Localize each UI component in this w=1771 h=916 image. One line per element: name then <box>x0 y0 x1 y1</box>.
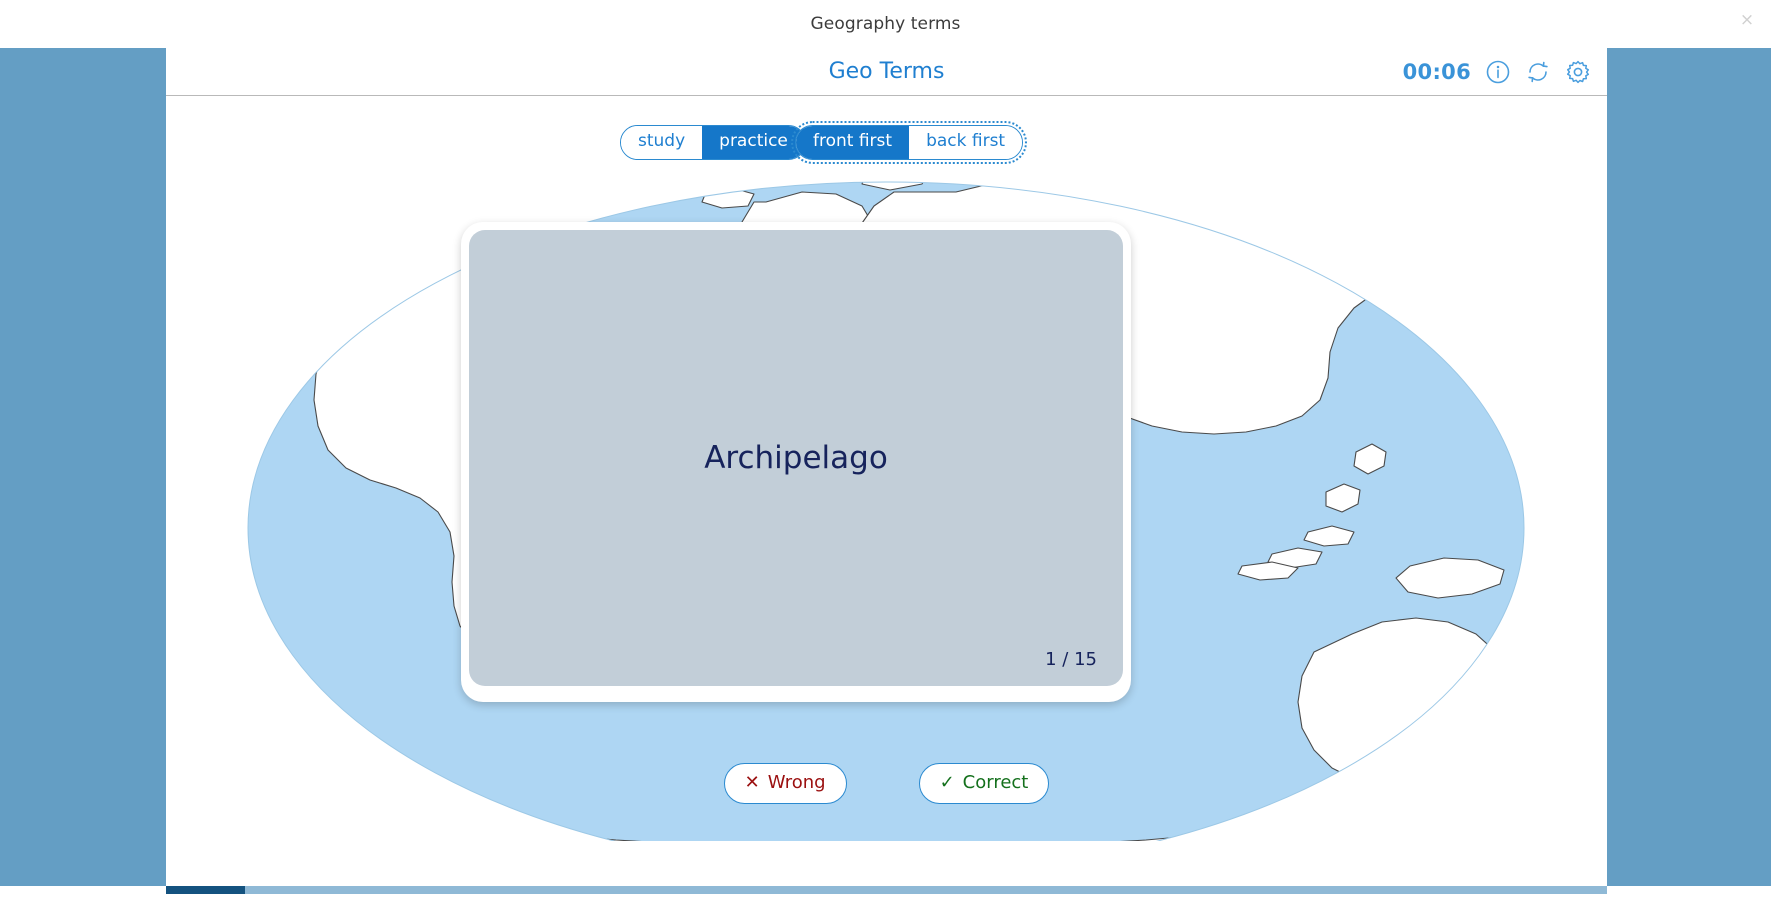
flashcard[interactable]: Archipelago 1 / 15 <box>461 222 1131 702</box>
window-titlebar: Geography terms × <box>0 0 1771 48</box>
correct-button[interactable]: ✓ Correct <box>918 763 1050 804</box>
flashcard-face[interactable]: Archipelago 1 / 15 <box>469 230 1123 686</box>
mode-toggle: study practice <box>620 125 806 160</box>
study-stage: study practice front first back first Ar… <box>166 96 1607 886</box>
cross-icon: ✕ <box>744 772 760 793</box>
flashcard-counter: 1 / 15 <box>1045 649 1097 670</box>
session-timer: 00:06 <box>1402 60 1471 84</box>
side-option-back-first[interactable]: back first <box>909 126 1023 159</box>
page-title: Geography terms <box>810 14 961 34</box>
correct-button-label: Correct <box>962 772 1029 793</box>
answer-buttons: ✕ Wrong ✓ Correct <box>166 763 1607 804</box>
mode-option-practice[interactable]: practice <box>702 126 805 159</box>
flashcard-term: Archipelago <box>704 440 888 476</box>
progress-track <box>166 886 1607 894</box>
header-controls: 00:06 <box>1403 48 1591 96</box>
app-content: Geo Terms 00:06 study practice front fir… <box>166 48 1607 886</box>
app-frame: Geo Terms 00:06 study practice front fir… <box>0 48 1771 886</box>
app-header: Geo Terms 00:06 <box>166 48 1607 96</box>
side-toggle-group: front first back first <box>790 121 1028 164</box>
side-toggle: front first back first <box>790 121 1028 164</box>
side-option-front-first[interactable]: front first <box>796 126 910 159</box>
wrong-button[interactable]: ✕ Wrong <box>723 763 847 804</box>
wrong-button-label: Wrong <box>767 772 826 793</box>
mode-toggle-group: study practice <box>620 125 806 160</box>
close-icon[interactable]: × <box>1735 8 1759 32</box>
mode-option-study[interactable]: study <box>621 126 703 159</box>
check-icon: ✓ <box>939 772 955 793</box>
gear-icon[interactable] <box>1565 59 1591 85</box>
progress-fill <box>166 886 246 894</box>
info-icon[interactable] <box>1485 59 1511 85</box>
shuffle-refresh-icon[interactable] <box>1525 59 1551 85</box>
deck-title: Geo Terms <box>828 59 945 84</box>
